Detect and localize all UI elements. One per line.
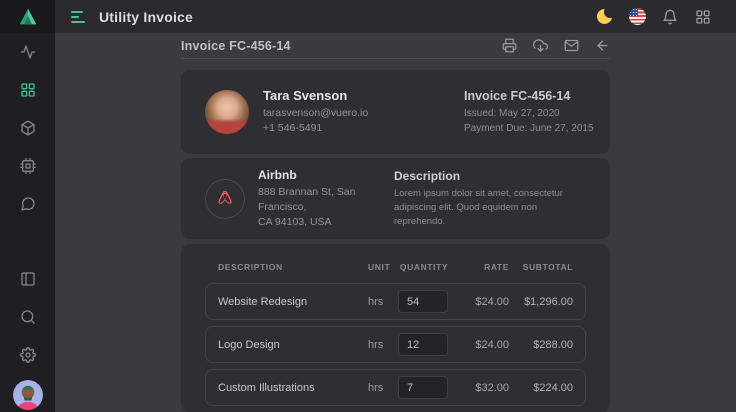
language-selector[interactable] bbox=[628, 8, 646, 26]
quantity-input[interactable] bbox=[398, 333, 448, 356]
company-card: Airbnb 888 Brannan St, San Francisco, CA… bbox=[181, 158, 610, 239]
moon-icon bbox=[597, 9, 612, 24]
description-label: Description bbox=[394, 169, 586, 183]
header-quantity: QUANTITY bbox=[398, 262, 450, 272]
send-mail-button[interactable] bbox=[564, 38, 579, 53]
invoice-subheader: Invoice FC-456-14 bbox=[181, 33, 610, 59]
topbar: Utility Invoice bbox=[55, 0, 736, 33]
item-subtotal: $1,296.00 bbox=[509, 296, 573, 308]
recipient-card: Tara Svenson tarasvenson@vuero.io +1 546… bbox=[181, 70, 610, 154]
invoice-number-heading: Invoice FC-456-14 bbox=[181, 39, 291, 53]
item-rate: $32.00 bbox=[450, 382, 509, 394]
panels-icon bbox=[20, 271, 36, 287]
table-row: Logo Design hrs $24.00 $288.00 bbox=[205, 326, 586, 363]
description-text: Lorem ipsum dolor sit amet, consectetur … bbox=[394, 187, 586, 229]
company-logo bbox=[205, 179, 245, 219]
user-avatar[interactable] bbox=[13, 380, 43, 410]
apps-menu-button[interactable] bbox=[694, 8, 712, 26]
invoice-description: Description Lorem ipsum dolor sit amet, … bbox=[394, 169, 586, 229]
sidebar-item-dashboards[interactable] bbox=[0, 71, 55, 109]
invoice-issued-date: Issued: May 27, 2020 bbox=[464, 106, 586, 121]
recipient-email: tarasvenson@vuero.io bbox=[263, 106, 368, 121]
sidebar-item-search[interactable] bbox=[0, 298, 55, 336]
invoice-actions bbox=[502, 38, 610, 53]
company-info: Airbnb 888 Brannan St, San Francisco, CA… bbox=[205, 168, 394, 230]
sidebar-item-messages[interactable] bbox=[0, 185, 55, 223]
chat-bubble-icon bbox=[20, 196, 36, 212]
item-description: Website Redesign bbox=[218, 296, 368, 308]
main-content: Invoice FC-456-14 T bbox=[55, 33, 736, 412]
print-button[interactable] bbox=[502, 38, 517, 53]
recipient-phone: +1 546-5491 bbox=[263, 121, 368, 136]
recipient-name: Tara Svenson bbox=[263, 88, 368, 103]
item-description: Custom Illustrations bbox=[218, 382, 368, 394]
us-flag-icon bbox=[629, 8, 646, 25]
item-subtotal: $224.00 bbox=[509, 382, 573, 394]
cpu-icon bbox=[20, 158, 36, 174]
item-rate: $24.00 bbox=[450, 339, 509, 351]
box-icon bbox=[20, 120, 36, 136]
item-unit: hrs bbox=[368, 296, 398, 308]
recipient-info: Tara Svenson tarasvenson@vuero.io +1 546… bbox=[205, 88, 368, 136]
back-button[interactable] bbox=[595, 38, 610, 53]
airbnb-icon bbox=[214, 188, 236, 210]
table-row: Website Redesign hrs $24.00 $1,296.00 bbox=[205, 283, 586, 320]
printer-icon bbox=[502, 38, 517, 53]
topbar-actions bbox=[595, 8, 736, 26]
mail-icon bbox=[564, 38, 579, 53]
page-title: Utility Invoice bbox=[99, 9, 193, 25]
notifications-button[interactable] bbox=[661, 8, 679, 26]
item-unit: hrs bbox=[368, 382, 398, 394]
arrow-left-icon bbox=[595, 38, 610, 53]
theme-toggle-button[interactable] bbox=[595, 8, 613, 26]
activity-icon bbox=[20, 44, 36, 60]
menu-toggle-button[interactable] bbox=[71, 11, 85, 23]
header-subtotal: SUBTOTAL bbox=[509, 262, 573, 272]
settings-gear-icon bbox=[20, 347, 36, 363]
company-address-line2: CA 94103, USA bbox=[258, 215, 394, 230]
bell-icon bbox=[662, 9, 678, 25]
item-rate: $24.00 bbox=[450, 296, 509, 308]
logo-triangle-icon bbox=[17, 6, 39, 28]
search-icon bbox=[20, 309, 36, 325]
header-description: DESCRIPTION bbox=[218, 262, 368, 272]
items-table-header: DESCRIPTION UNIT QUANTITY RATE SUBTOTAL bbox=[205, 262, 586, 272]
company-name: Airbnb bbox=[258, 168, 394, 182]
header-unit: UNIT bbox=[368, 262, 398, 272]
quantity-input[interactable] bbox=[398, 376, 448, 399]
item-unit: hrs bbox=[368, 339, 398, 351]
sidebar-item-components[interactable] bbox=[0, 109, 55, 147]
sidebar-item-elements[interactable] bbox=[0, 147, 55, 185]
table-row: Custom Illustrations hrs $32.00 $224.00 bbox=[205, 369, 586, 406]
app-logo[interactable] bbox=[0, 0, 55, 33]
apps-grid-icon bbox=[695, 9, 711, 25]
item-subtotal: $288.00 bbox=[509, 339, 573, 351]
sidebar-item-panels[interactable] bbox=[0, 260, 55, 298]
invoice-meta: Invoice FC-456-14 Issued: May 27, 2020 P… bbox=[464, 89, 586, 136]
user-avatar-illustration bbox=[13, 380, 43, 410]
dashboard-grid-icon bbox=[20, 82, 36, 98]
sidebar-nav bbox=[0, 33, 55, 223]
sidebar-item-activity[interactable] bbox=[0, 33, 55, 71]
sidebar bbox=[0, 0, 55, 412]
item-description: Logo Design bbox=[218, 339, 368, 351]
header-rate: RATE bbox=[450, 262, 509, 272]
cloud-download-icon bbox=[533, 38, 548, 53]
download-button[interactable] bbox=[533, 38, 548, 53]
quantity-input[interactable] bbox=[398, 290, 448, 313]
invoice-due-date: Payment Due: June 27, 2015 bbox=[464, 121, 586, 136]
invoice-number: Invoice FC-456-14 bbox=[464, 89, 586, 103]
sidebar-bottom-nav bbox=[0, 260, 55, 412]
recipient-photo bbox=[205, 90, 249, 134]
sidebar-item-settings[interactable] bbox=[0, 336, 55, 374]
invoice-items-card: DESCRIPTION UNIT QUANTITY RATE SUBTOTAL … bbox=[181, 244, 610, 412]
company-address-line1: 888 Brannan St, San Francisco, bbox=[258, 185, 394, 215]
